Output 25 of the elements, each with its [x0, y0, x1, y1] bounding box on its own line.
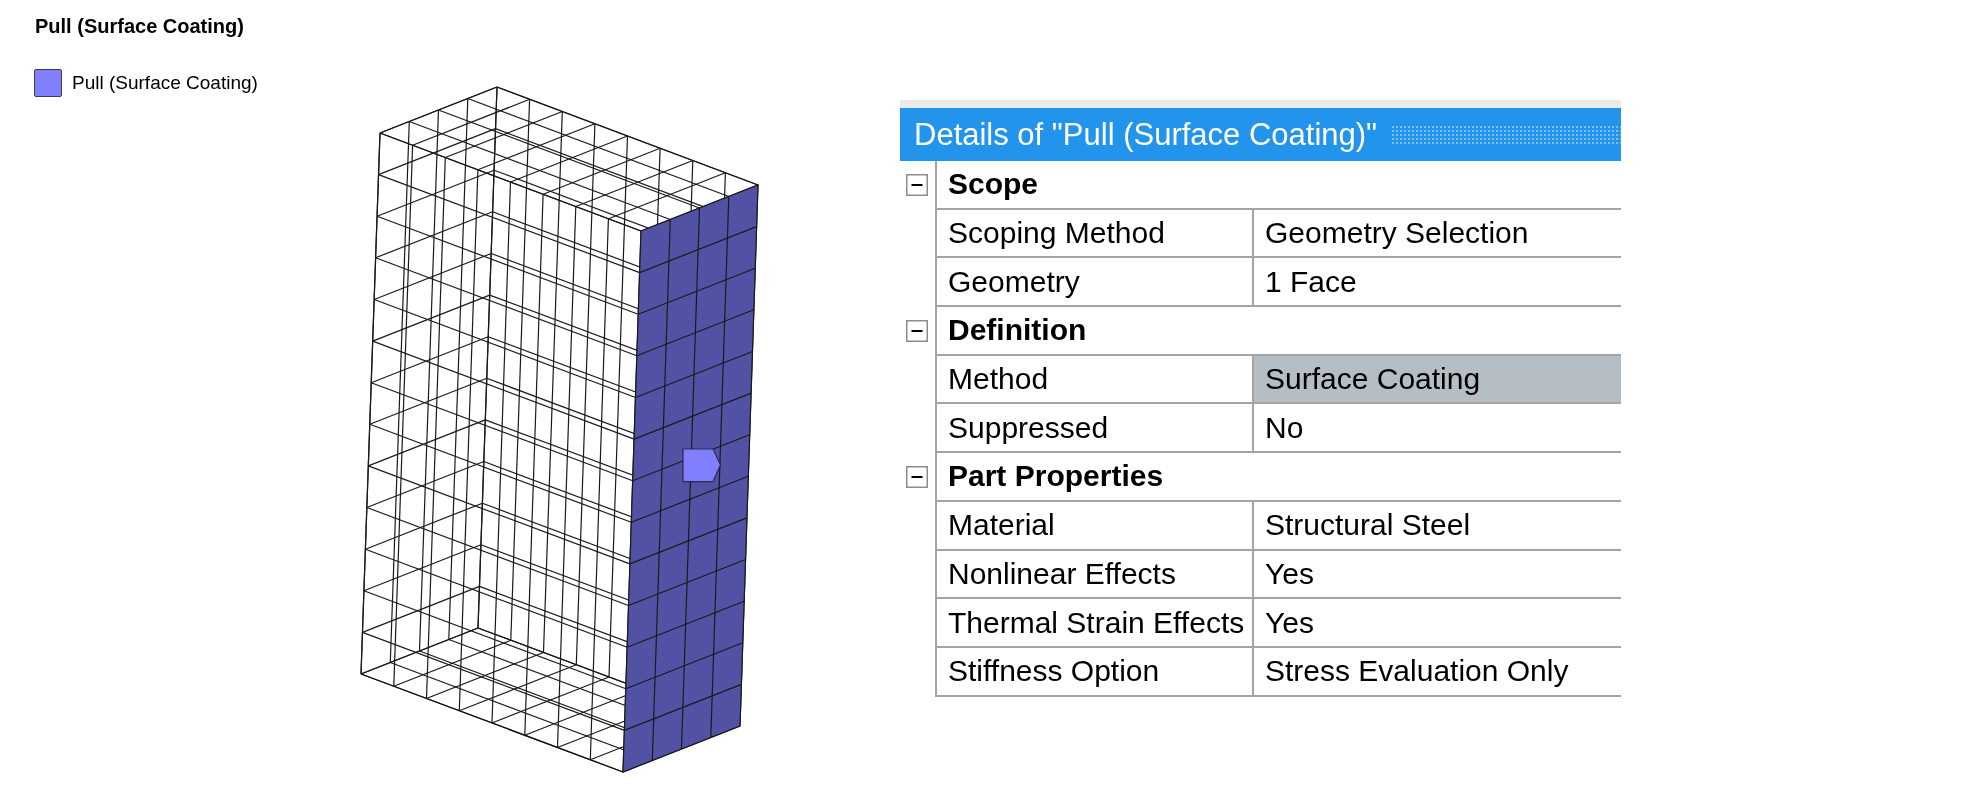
- section-header: Scope: [935, 161, 1621, 210]
- collapse-icon[interactable]: [906, 466, 928, 489]
- property-value[interactable]: No: [1254, 404, 1621, 454]
- property-name: Nonlinear Effects: [935, 550, 1254, 600]
- property-name: Scoping Method: [935, 209, 1254, 259]
- property-name: Suppressed: [935, 404, 1254, 454]
- collapse-icon[interactable]: [906, 174, 928, 197]
- viewport-title: Pull (Surface Coating): [34, 14, 245, 38]
- property-name: Stiffness Option: [935, 647, 1254, 697]
- property-value[interactable]: Geometry Selection: [1254, 209, 1621, 259]
- collapse-icon[interactable]: [906, 320, 928, 343]
- property-value[interactable]: Stress Evaluation Only: [1254, 647, 1621, 697]
- section-header: Part Properties: [935, 453, 1621, 502]
- property-value[interactable]: Yes: [1254, 550, 1621, 600]
- load-marker-icon: [682, 448, 722, 483]
- property-name: Geometry: [935, 258, 1254, 308]
- property-value[interactable]: Yes: [1254, 599, 1621, 648]
- property-name: Method: [935, 355, 1254, 405]
- property-value[interactable]: Structural Steel: [1254, 501, 1621, 551]
- property-value[interactable]: Surface Coating: [1254, 355, 1621, 405]
- legend-label: Pull (Surface Coating): [72, 72, 258, 94]
- property-value[interactable]: 1 Face: [1254, 258, 1621, 308]
- details-title: Details of "Pull (Surface Coating)": [914, 116, 1378, 153]
- property-name: Material: [935, 501, 1254, 551]
- property-name: Thermal Strain Effects: [935, 599, 1254, 648]
